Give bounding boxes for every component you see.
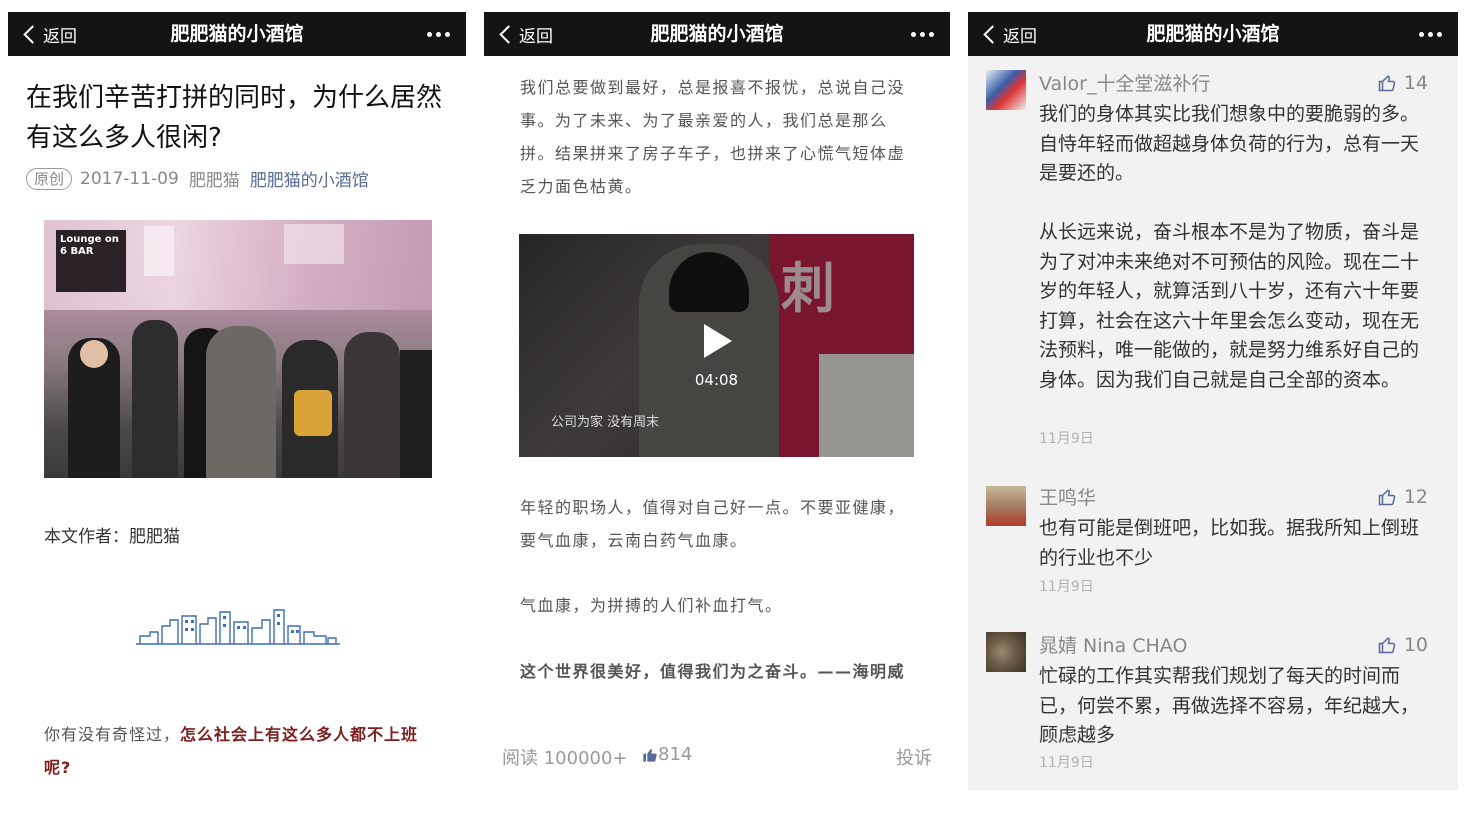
nav-bar: 返回 肥肥猫的小酒馆	[968, 12, 1458, 56]
video-caption: 公司为家 没有周末	[551, 415, 660, 430]
person-silhouette	[400, 350, 432, 478]
commenter-name: Valor_十全堂滋补行	[1039, 73, 1211, 95]
back-chevron-icon	[499, 24, 518, 44]
more-icon-dot	[436, 31, 441, 37]
sign-light	[284, 224, 344, 264]
more-icon-dot	[445, 31, 450, 37]
back-label: 返回	[1003, 26, 1037, 47]
comment-date: 11月9日	[1039, 431, 1094, 447]
body-paragraph-3: 气血康，为拼搏的人们补血打气。	[520, 596, 783, 615]
person-head	[80, 340, 108, 368]
hemingway-quote: 这个世界很美好，值得我们为之奋斗。——海明威	[520, 662, 906, 681]
more-icon-dot	[920, 31, 925, 37]
back-label: 返回	[43, 26, 77, 47]
comment-like-count: 10	[1403, 634, 1428, 656]
comment-like-button[interactable]: 12	[1378, 486, 1428, 508]
avatar[interactable]	[986, 70, 1026, 110]
more-icon-dot	[1437, 31, 1442, 37]
more-icon	[911, 31, 916, 37]
avatar[interactable]	[986, 486, 1026, 526]
comment-like-button[interactable]: 14	[1378, 72, 1428, 94]
person-silhouette	[132, 320, 178, 478]
bar-sign-text: Lounge on 6 BAR	[60, 234, 119, 257]
comment-text: 忙碌的工作其实帮我们规划了每天的时间而已，何尝不累，再做选择不容易，年纪越大，顾…	[1039, 665, 1420, 746]
nav-bar: 返回 肥肥猫的小酒馆	[484, 12, 950, 56]
more-button[interactable]	[911, 12, 934, 56]
back-chevron-icon	[23, 24, 42, 44]
yellow-backpack	[294, 390, 332, 436]
author-line: 本文作者：肥肥猫	[44, 527, 180, 547]
more-button[interactable]	[427, 12, 450, 56]
comment-like-count: 14	[1403, 72, 1428, 94]
more-icon	[1419, 31, 1424, 37]
nav-bar: 返回 肥肥猫的小酒馆	[8, 12, 466, 56]
thumbs-up-icon	[1378, 75, 1396, 92]
article-body-screen: 返回 肥肥猫的小酒馆 我们总要做到最好，总是报喜不报忧，总说自己没事。为了未来、…	[484, 12, 950, 802]
back-button[interactable]: 返回	[20, 12, 77, 56]
comments-screen: 返回 肥肥猫的小酒馆 Valor_十全堂滋补行 14 我们的身体其实比我们想象中…	[968, 12, 1458, 790]
person-silhouette	[344, 332, 400, 478]
account-link[interactable]: 肥肥猫的小酒馆	[250, 166, 369, 191]
read-count: 阅读 100000+	[502, 748, 628, 769]
video-player[interactable]: 刺 04:08 公司为家 没有周末	[519, 234, 914, 457]
avatar[interactable]	[986, 632, 1026, 672]
article-title: 在我们辛苦打拼的同时，为什么居然有这么多人很闲?	[26, 83, 443, 153]
original-badge: 原创	[26, 167, 73, 190]
commenter-name: 晁婧 Nina CHAO	[1039, 635, 1188, 657]
back-button[interactable]: 返回	[980, 12, 1037, 56]
article-meta: 原创 2017-11-09 肥肥猫 肥肥猫的小酒馆	[26, 166, 369, 191]
body-paragraph-2: 年轻的职场人，值得对自己好一点。不要亚健康，要气血康，云南白药气血康。	[520, 498, 906, 550]
body-paragraph-1: 我们总要做到最好，总是报喜不报忧，总说自己没事。为了未来、为了最亲爱的人，我们总…	[520, 78, 906, 196]
comment-like-button[interactable]: 10	[1378, 634, 1428, 656]
back-chevron-icon	[983, 24, 1002, 44]
intro-paragraph: 你有没有奇怪过，怎么社会上有这么多人都不上班呢?	[44, 718, 444, 784]
article-header-screen: 返回 肥肥猫的小酒馆 在我们辛苦打拼的同时，为什么居然有这么多人很闲? 原创 2…	[8, 12, 466, 802]
comment-date: 11月9日	[1039, 579, 1094, 595]
article-footer: 阅读 100000+ 814 投诉	[502, 744, 932, 770]
nav-title: 肥肥猫的小酒馆	[650, 23, 784, 45]
more-icon-dot	[929, 31, 934, 37]
commenter-name: 王鸣华	[1039, 487, 1097, 509]
back-label: 返回	[519, 26, 553, 47]
street-crowd-image: Lounge on 6 BAR	[44, 220, 432, 478]
thumbs-up-icon	[1378, 637, 1396, 654]
back-button[interactable]: 返回	[496, 12, 553, 56]
nav-title: 肥肥猫的小酒馆	[1146, 23, 1280, 45]
article-like-button[interactable]: 814	[642, 744, 692, 765]
publish-date: 2017-11-09	[80, 168, 179, 189]
report-link[interactable]: 投诉	[896, 744, 932, 770]
thumbs-up-icon	[643, 748, 657, 762]
thumbs-up-icon	[1378, 489, 1396, 506]
comment-text: 我们的身体其实比我们想象中的要脆弱的多。自恃年轻而做超越身体负荷的行为，总有一天…	[1039, 103, 1420, 391]
comment-date: 11月9日	[1039, 755, 1094, 771]
article-like-count: 814	[658, 744, 693, 765]
person-silhouette	[206, 326, 276, 478]
more-button[interactable]	[1419, 12, 1442, 56]
comment-like-count: 12	[1403, 486, 1428, 508]
intro-text: 你有没有奇怪过，	[44, 725, 181, 744]
more-icon	[427, 31, 432, 37]
bar-sign: Lounge on 6 BAR	[56, 230, 126, 292]
comment-text: 也有可能是倒班吧，比如我。据我所知上倒班的行业也不少	[1039, 517, 1420, 569]
play-icon[interactable]	[704, 324, 732, 358]
more-icon-dot	[1428, 31, 1433, 37]
sign-light	[144, 226, 174, 276]
author-name: 肥肥猫	[188, 171, 240, 191]
video-duration: 04:08	[694, 371, 739, 389]
skyline-divider-icon	[136, 609, 340, 645]
